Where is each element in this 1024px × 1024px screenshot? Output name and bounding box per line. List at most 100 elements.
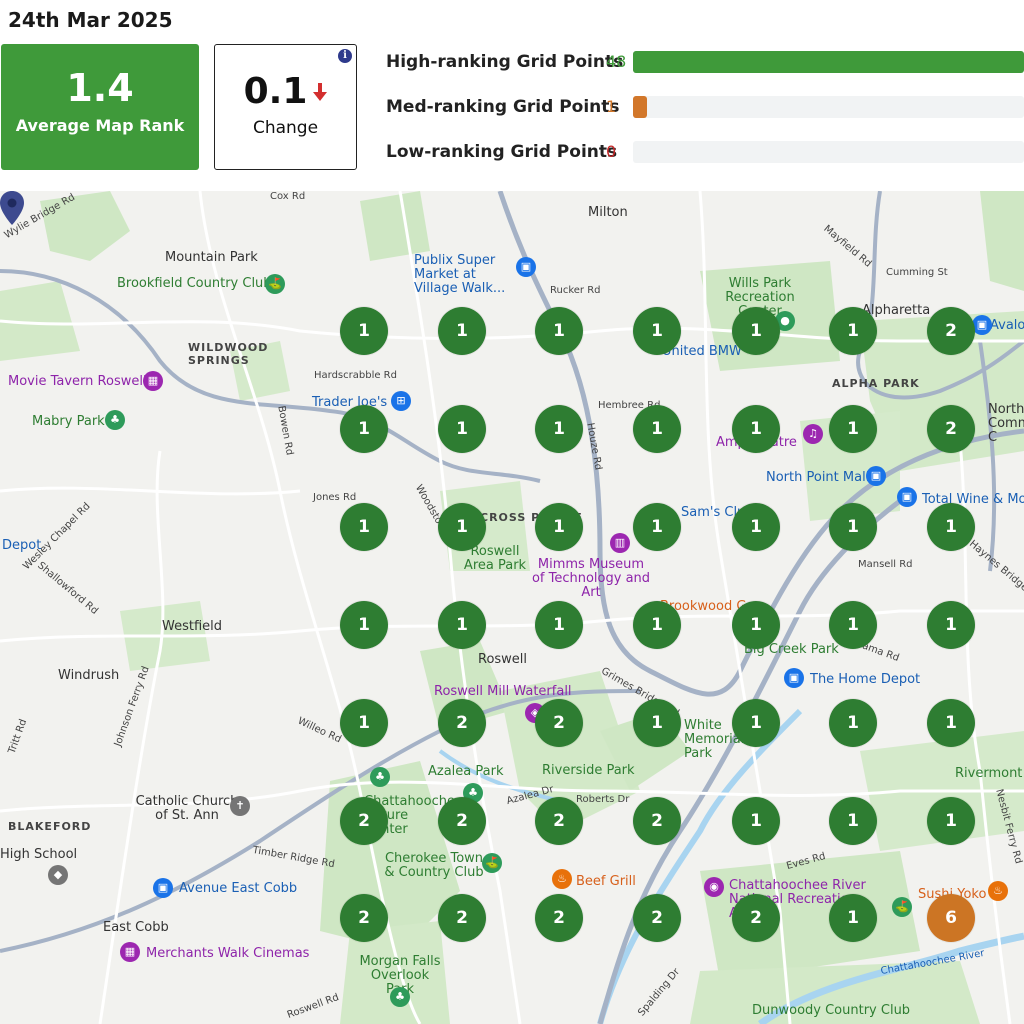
map-label-westfield: Westfield (162, 619, 223, 634)
grid-point[interactable]: 1 (438, 503, 486, 551)
grid-point[interactable]: 1 (927, 797, 975, 845)
grid-point[interactable]: 2 (535, 894, 583, 942)
med-ranking-bar-fill (633, 96, 647, 118)
grid-point[interactable]: 1 (829, 405, 877, 453)
restaurant-icon[interactable]: ♨ (552, 869, 572, 889)
park-icon[interactable]: ♣ (105, 410, 125, 430)
grid-point[interactable]: 1 (535, 601, 583, 649)
grid-point[interactable]: 2 (633, 797, 681, 845)
grid-point[interactable]: 2 (927, 307, 975, 355)
grid-point[interactable]: 2 (438, 797, 486, 845)
change-row: 0.1 (215, 71, 356, 112)
grid-point[interactable]: 1 (633, 405, 681, 453)
grid-point[interactable]: 1 (732, 503, 780, 551)
grid-point[interactable]: 1 (927, 601, 975, 649)
high-ranking-row: High-ranking Grid Points 48 (386, 50, 1024, 74)
shopping-icon[interactable]: ▣ (516, 257, 536, 277)
grid-point[interactable]: 1 (732, 405, 780, 453)
grid-point[interactable]: 6 (927, 894, 975, 942)
grid-point[interactable]: 2 (438, 894, 486, 942)
road-cumming: Cumming St (886, 267, 948, 278)
grid-point[interactable]: 1 (829, 699, 877, 747)
shopping-icon[interactable]: ▣ (972, 315, 992, 335)
high-ranking-bar-fill (633, 51, 1024, 73)
change-label: Change (252, 118, 319, 138)
grid-point[interactable]: 1 (732, 601, 780, 649)
high-ranking-bar-track (633, 51, 1024, 73)
grid-point[interactable]: 1 (340, 405, 388, 453)
location-pin-icon[interactable] (0, 191, 24, 225)
road-jones: Jones Rd (313, 492, 357, 503)
grid-point[interactable]: 1 (438, 601, 486, 649)
restaurant-icon[interactable]: ♨ (988, 881, 1008, 901)
grid-point[interactable]: 1 (732, 699, 780, 747)
golf-icon[interactable]: ⛳ (482, 853, 502, 873)
grid-point[interactable]: 1 (927, 699, 975, 747)
rank-grid-map[interactable]: Milton Mountain Park Brookfield Country … (0, 191, 1024, 1024)
grid-point[interactable]: 1 (340, 307, 388, 355)
grid-point[interactable]: 1 (829, 307, 877, 355)
grid-point[interactable]: 1 (340, 601, 388, 649)
grid-point[interactable]: 2 (535, 797, 583, 845)
grid-point[interactable]: 1 (340, 503, 388, 551)
grid-point[interactable]: 2 (927, 405, 975, 453)
map-label-mimms-museum: Mimms Museum of Technology and Art (531, 557, 651, 600)
golf-icon[interactable]: ⛳ (892, 897, 912, 917)
grid-point[interactable]: 1 (633, 601, 681, 649)
map-label-total-wine: Total Wine & More (922, 492, 1024, 507)
shopping-cart-icon[interactable]: ⊞ (391, 391, 411, 411)
road-hardscrabble: Hardscrabble Rd (314, 370, 397, 381)
map-label-avenue-east-cobb: Avenue East Cobb (179, 881, 298, 896)
map-label-east-cobb: East Cobb (103, 920, 169, 935)
grid-point[interactable]: 2 (633, 894, 681, 942)
info-icon[interactable]: i (338, 49, 352, 63)
theater-icon[interactable]: ▦ (143, 371, 163, 391)
golf-icon[interactable]: ⛳ (265, 274, 285, 294)
school-icon[interactable]: ◆ (48, 865, 68, 885)
shopping-bag-icon[interactable]: ▣ (897, 487, 917, 507)
change-card: i 0.1 Change (214, 44, 357, 170)
grid-point[interactable]: 1 (438, 405, 486, 453)
grid-point[interactable]: 1 (535, 503, 583, 551)
map-label-riverside-park: Riverside Park (542, 763, 635, 778)
grid-point[interactable]: 1 (732, 797, 780, 845)
grid-point[interactable]: 1 (340, 699, 388, 747)
museum-icon[interactable]: ▥ (610, 533, 630, 553)
low-ranking-bar-track (633, 141, 1024, 163)
map-label-alpha-park: ALPHA PARK (832, 377, 920, 390)
church-icon[interactable]: ✝ (230, 796, 250, 816)
shopping-bag-icon[interactable]: ▣ (153, 878, 173, 898)
grid-point[interactable]: 1 (438, 307, 486, 355)
low-ranking-row: Low-ranking Grid Points 0 (386, 140, 1024, 164)
grid-point[interactable]: 1 (829, 503, 877, 551)
grid-point[interactable]: 1 (829, 797, 877, 845)
grid-point[interactable]: 2 (340, 797, 388, 845)
grid-point[interactable]: 1 (829, 601, 877, 649)
map-label-north-point-mall: North Point Mall (766, 470, 870, 485)
music-icon[interactable]: ♫ (803, 424, 823, 444)
grid-point[interactable]: 1 (633, 307, 681, 355)
grid-point[interactable]: 2 (340, 894, 388, 942)
grid-point[interactable]: 2 (732, 894, 780, 942)
low-ranking-label: Low-ranking Grid Points (386, 142, 618, 162)
grid-point[interactable]: 2 (535, 699, 583, 747)
med-ranking-bar-track (633, 96, 1024, 118)
grid-point[interactable]: 1 (927, 503, 975, 551)
shopping-bag-icon[interactable]: ▣ (866, 466, 886, 486)
shopping-bag-icon[interactable]: ▣ (784, 668, 804, 688)
park-icon[interactable]: ♣ (370, 767, 390, 787)
park-icon[interactable]: ♣ (390, 987, 410, 1007)
grid-point[interactable]: 1 (732, 307, 780, 355)
grid-point[interactable]: 1 (535, 405, 583, 453)
report-date: 24th Mar 2025 (8, 8, 173, 32)
down-arrow-icon (313, 82, 328, 101)
camera-icon[interactable]: ◉ (704, 877, 724, 897)
theater-icon[interactable]: ▦ (120, 942, 140, 962)
map-label-catholic-church: Catholic Church of St. Ann (135, 794, 239, 823)
map-label-cherokee-town: Cherokee Town & Country Club (384, 851, 484, 880)
grid-point[interactable]: 1 (633, 503, 681, 551)
grid-point[interactable]: 1 (535, 307, 583, 355)
grid-point[interactable]: 2 (438, 699, 486, 747)
grid-point[interactable]: 1 (633, 699, 681, 747)
grid-point[interactable]: 1 (829, 894, 877, 942)
